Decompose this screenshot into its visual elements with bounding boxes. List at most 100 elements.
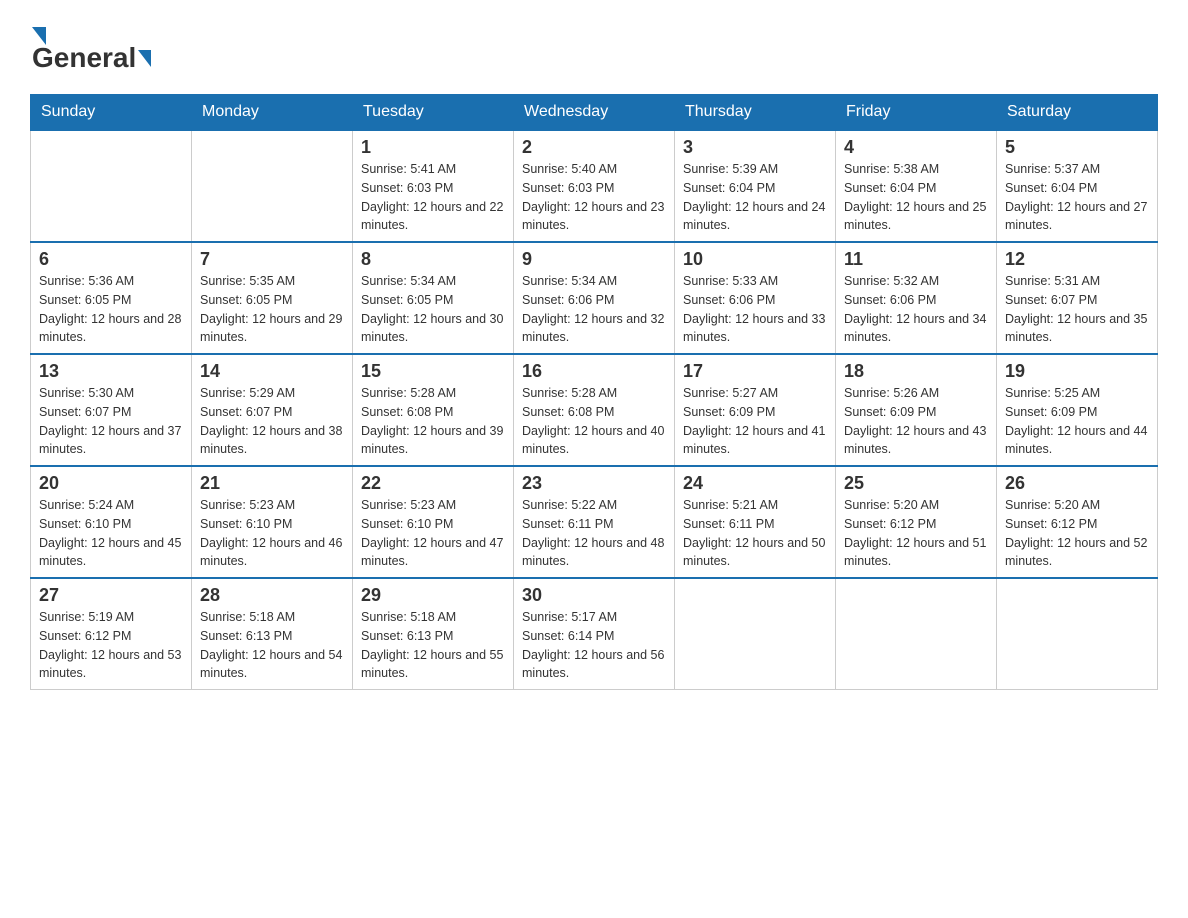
day-info: Sunrise: 5:29 AMSunset: 6:07 PMDaylight:…: [200, 384, 344, 459]
day-number: 12: [1005, 249, 1149, 270]
calendar-table: SundayMondayTuesdayWednesdayThursdayFrid…: [30, 94, 1158, 690]
calendar-week-row: 20Sunrise: 5:24 AMSunset: 6:10 PMDayligh…: [31, 466, 1158, 578]
day-info: Sunrise: 5:39 AMSunset: 6:04 PMDaylight:…: [683, 160, 827, 235]
calendar-cell: 7Sunrise: 5:35 AMSunset: 6:05 PMDaylight…: [192, 242, 353, 354]
day-info: Sunrise: 5:18 AMSunset: 6:13 PMDaylight:…: [200, 608, 344, 683]
day-number: 8: [361, 249, 505, 270]
calendar-cell: 19Sunrise: 5:25 AMSunset: 6:09 PMDayligh…: [997, 354, 1158, 466]
page-header: General: [30, 20, 1158, 74]
day-info: Sunrise: 5:33 AMSunset: 6:06 PMDaylight:…: [683, 272, 827, 347]
calendar-week-row: 27Sunrise: 5:19 AMSunset: 6:12 PMDayligh…: [31, 578, 1158, 690]
calendar-cell: 26Sunrise: 5:20 AMSunset: 6:12 PMDayligh…: [997, 466, 1158, 578]
day-info: Sunrise: 5:38 AMSunset: 6:04 PMDaylight:…: [844, 160, 988, 235]
calendar-cell: 23Sunrise: 5:22 AMSunset: 6:11 PMDayligh…: [514, 466, 675, 578]
calendar-cell: 18Sunrise: 5:26 AMSunset: 6:09 PMDayligh…: [836, 354, 997, 466]
calendar-week-row: 6Sunrise: 5:36 AMSunset: 6:05 PMDaylight…: [31, 242, 1158, 354]
day-number: 10: [683, 249, 827, 270]
day-info: Sunrise: 5:32 AMSunset: 6:06 PMDaylight:…: [844, 272, 988, 347]
calendar-cell: 3Sunrise: 5:39 AMSunset: 6:04 PMDaylight…: [675, 130, 836, 242]
weekday-header-tuesday: Tuesday: [353, 95, 514, 131]
day-number: 1: [361, 137, 505, 158]
calendar-cell: [997, 578, 1158, 690]
calendar-cell: [192, 130, 353, 242]
calendar-cell: 5Sunrise: 5:37 AMSunset: 6:04 PMDaylight…: [997, 130, 1158, 242]
day-info: Sunrise: 5:25 AMSunset: 6:09 PMDaylight:…: [1005, 384, 1149, 459]
day-info: Sunrise: 5:26 AMSunset: 6:09 PMDaylight:…: [844, 384, 988, 459]
calendar-cell: 27Sunrise: 5:19 AMSunset: 6:12 PMDayligh…: [31, 578, 192, 690]
day-number: 9: [522, 249, 666, 270]
calendar-cell: 16Sunrise: 5:28 AMSunset: 6:08 PMDayligh…: [514, 354, 675, 466]
day-info: Sunrise: 5:40 AMSunset: 6:03 PMDaylight:…: [522, 160, 666, 235]
weekday-header-saturday: Saturday: [997, 95, 1158, 131]
day-number: 29: [361, 585, 505, 606]
calendar-header-row: SundayMondayTuesdayWednesdayThursdayFrid…: [31, 95, 1158, 131]
day-number: 25: [844, 473, 988, 494]
day-number: 21: [200, 473, 344, 494]
day-info: Sunrise: 5:37 AMSunset: 6:04 PMDaylight:…: [1005, 160, 1149, 235]
day-number: 7: [200, 249, 344, 270]
day-info: Sunrise: 5:23 AMSunset: 6:10 PMDaylight:…: [200, 496, 344, 571]
weekday-header-monday: Monday: [192, 95, 353, 131]
calendar-cell: 11Sunrise: 5:32 AMSunset: 6:06 PMDayligh…: [836, 242, 997, 354]
day-info: Sunrise: 5:20 AMSunset: 6:12 PMDaylight:…: [1005, 496, 1149, 571]
logo: General: [30, 20, 153, 74]
weekday-header-wednesday: Wednesday: [514, 95, 675, 131]
day-number: 13: [39, 361, 183, 382]
day-info: Sunrise: 5:31 AMSunset: 6:07 PMDaylight:…: [1005, 272, 1149, 347]
day-number: 28: [200, 585, 344, 606]
day-number: 27: [39, 585, 183, 606]
calendar-body: 1Sunrise: 5:41 AMSunset: 6:03 PMDaylight…: [31, 130, 1158, 690]
day-number: 23: [522, 473, 666, 494]
day-info: Sunrise: 5:27 AMSunset: 6:09 PMDaylight:…: [683, 384, 827, 459]
day-number: 20: [39, 473, 183, 494]
day-info: Sunrise: 5:17 AMSunset: 6:14 PMDaylight:…: [522, 608, 666, 683]
day-number: 19: [1005, 361, 1149, 382]
day-number: 4: [844, 137, 988, 158]
calendar-cell: 17Sunrise: 5:27 AMSunset: 6:09 PMDayligh…: [675, 354, 836, 466]
calendar-cell: 15Sunrise: 5:28 AMSunset: 6:08 PMDayligh…: [353, 354, 514, 466]
day-number: 24: [683, 473, 827, 494]
calendar-cell: 4Sunrise: 5:38 AMSunset: 6:04 PMDaylight…: [836, 130, 997, 242]
calendar-cell: 9Sunrise: 5:34 AMSunset: 6:06 PMDaylight…: [514, 242, 675, 354]
calendar-cell: [675, 578, 836, 690]
day-info: Sunrise: 5:19 AMSunset: 6:12 PMDaylight:…: [39, 608, 183, 683]
day-number: 22: [361, 473, 505, 494]
day-number: 17: [683, 361, 827, 382]
weekday-header-thursday: Thursday: [675, 95, 836, 131]
day-number: 15: [361, 361, 505, 382]
calendar-cell: 6Sunrise: 5:36 AMSunset: 6:05 PMDaylight…: [31, 242, 192, 354]
day-info: Sunrise: 5:36 AMSunset: 6:05 PMDaylight:…: [39, 272, 183, 347]
calendar-cell: 8Sunrise: 5:34 AMSunset: 6:05 PMDaylight…: [353, 242, 514, 354]
calendar-cell: 10Sunrise: 5:33 AMSunset: 6:06 PMDayligh…: [675, 242, 836, 354]
day-number: 3: [683, 137, 827, 158]
calendar-cell: [836, 578, 997, 690]
day-info: Sunrise: 5:22 AMSunset: 6:11 PMDaylight:…: [522, 496, 666, 571]
day-info: Sunrise: 5:35 AMSunset: 6:05 PMDaylight:…: [200, 272, 344, 347]
calendar-cell: 28Sunrise: 5:18 AMSunset: 6:13 PMDayligh…: [192, 578, 353, 690]
day-number: 16: [522, 361, 666, 382]
day-info: Sunrise: 5:30 AMSunset: 6:07 PMDaylight:…: [39, 384, 183, 459]
calendar-cell: 14Sunrise: 5:29 AMSunset: 6:07 PMDayligh…: [192, 354, 353, 466]
day-info: Sunrise: 5:24 AMSunset: 6:10 PMDaylight:…: [39, 496, 183, 571]
calendar-cell: 22Sunrise: 5:23 AMSunset: 6:10 PMDayligh…: [353, 466, 514, 578]
day-info: Sunrise: 5:20 AMSunset: 6:12 PMDaylight:…: [844, 496, 988, 571]
calendar-cell: 30Sunrise: 5:17 AMSunset: 6:14 PMDayligh…: [514, 578, 675, 690]
weekday-header-friday: Friday: [836, 95, 997, 131]
calendar-week-row: 13Sunrise: 5:30 AMSunset: 6:07 PMDayligh…: [31, 354, 1158, 466]
day-number: 30: [522, 585, 666, 606]
calendar-cell: 13Sunrise: 5:30 AMSunset: 6:07 PMDayligh…: [31, 354, 192, 466]
calendar-cell: 1Sunrise: 5:41 AMSunset: 6:03 PMDaylight…: [353, 130, 514, 242]
day-info: Sunrise: 5:18 AMSunset: 6:13 PMDaylight:…: [361, 608, 505, 683]
calendar-cell: 20Sunrise: 5:24 AMSunset: 6:10 PMDayligh…: [31, 466, 192, 578]
weekday-header-sunday: Sunday: [31, 95, 192, 131]
day-info: Sunrise: 5:28 AMSunset: 6:08 PMDaylight:…: [522, 384, 666, 459]
day-info: Sunrise: 5:41 AMSunset: 6:03 PMDaylight:…: [361, 160, 505, 235]
day-number: 18: [844, 361, 988, 382]
day-number: 2: [522, 137, 666, 158]
calendar-cell: 24Sunrise: 5:21 AMSunset: 6:11 PMDayligh…: [675, 466, 836, 578]
calendar-cell: 2Sunrise: 5:40 AMSunset: 6:03 PMDaylight…: [514, 130, 675, 242]
day-info: Sunrise: 5:28 AMSunset: 6:08 PMDaylight:…: [361, 384, 505, 459]
day-number: 11: [844, 249, 988, 270]
calendar-cell: [31, 130, 192, 242]
logo-arrow-icon: [138, 50, 151, 67]
